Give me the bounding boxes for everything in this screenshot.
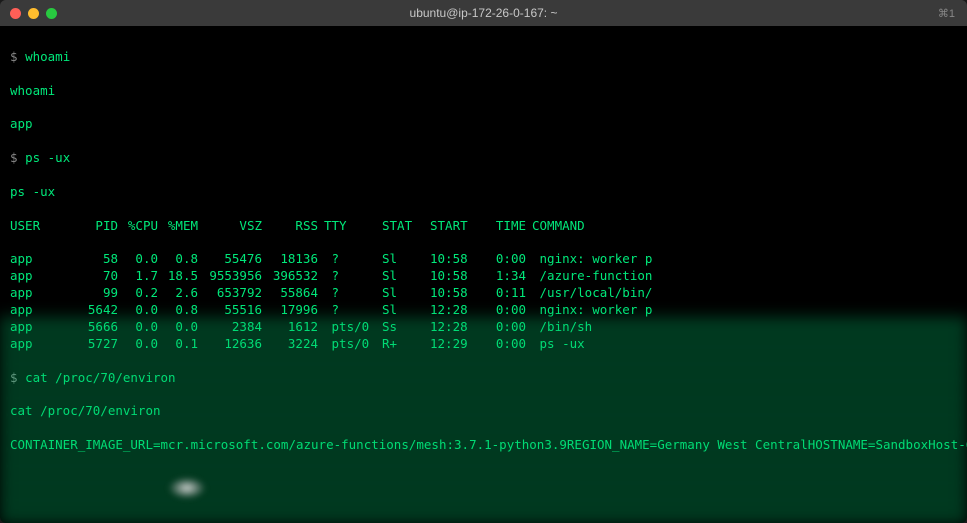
- col-pid: PID: [74, 218, 124, 235]
- terminal-viewport[interactable]: $ whoami whoami app $ ps -ux ps -ux USER…: [0, 26, 967, 523]
- col-tty: TTY: [324, 218, 382, 235]
- cell-vsz: 55476: [204, 251, 268, 268]
- col-cpu: %CPU: [124, 218, 164, 235]
- redacted-region: [0, 316, 967, 523]
- col-start: START: [430, 218, 484, 235]
- ps-row: app580.00.85547618136 ?Sl10:580:00 nginx…: [10, 251, 957, 268]
- cell-user: app: [10, 285, 74, 302]
- cell-rss: 55864: [268, 285, 324, 302]
- output-line: whoami: [10, 83, 957, 100]
- command-input: ps -ux: [25, 150, 70, 165]
- cell-rss: 18136: [268, 251, 324, 268]
- cell-user: app: [10, 251, 74, 268]
- cell-stat: Sl: [382, 268, 430, 285]
- output-line: app: [10, 116, 957, 133]
- col-rss: RSS: [268, 218, 324, 235]
- cell-mem: 0.8: [164, 251, 204, 268]
- cell-pid: 99: [74, 285, 124, 302]
- cell-command: /usr/local/bin/: [532, 285, 957, 302]
- cell-stat: Sl: [382, 251, 430, 268]
- col-stat: STAT: [382, 218, 430, 235]
- maximize-icon[interactable]: [46, 8, 57, 19]
- prompt-line: $ ps -ux: [10, 150, 957, 167]
- cell-mem: 2.6: [164, 285, 204, 302]
- cell-start: 10:58: [430, 285, 484, 302]
- cell-pid: 70: [74, 268, 124, 285]
- ps-row: app990.22.665379255864 ?Sl10:580:11 /usr…: [10, 285, 957, 302]
- cell-cpu: 1.7: [124, 268, 164, 285]
- prompt-symbol: $: [10, 150, 18, 165]
- col-mem: %MEM: [164, 218, 204, 235]
- cell-time: 0:11: [484, 285, 532, 302]
- shortcut-hint: ⌘1: [938, 7, 955, 20]
- ps-header-row: USERPID%CPU%MEMVSZRSSTTYSTATSTARTTIMECOM…: [10, 218, 957, 235]
- cell-tty: ?: [324, 251, 382, 268]
- cell-time: 0:00: [484, 251, 532, 268]
- output-line: ps -ux: [10, 184, 957, 201]
- cell-time: 1:34: [484, 268, 532, 285]
- cursor-icon: [168, 477, 206, 499]
- traffic-lights: [10, 8, 57, 19]
- window-title: ubuntu@ip-172-26-0-167: ~: [410, 6, 558, 20]
- cell-cpu: 0.2: [124, 285, 164, 302]
- cell-start: 10:58: [430, 268, 484, 285]
- command-input: whoami: [25, 49, 70, 64]
- minimize-icon[interactable]: [28, 8, 39, 19]
- cell-cpu: 0.0: [124, 251, 164, 268]
- cell-user: app: [10, 268, 74, 285]
- cell-command: /azure-function: [532, 268, 957, 285]
- col-user: USER: [10, 218, 74, 235]
- col-command: COMMAND: [532, 218, 957, 235]
- cell-tty: ?: [324, 285, 382, 302]
- cell-tty: ?: [324, 268, 382, 285]
- prompt-symbol: $: [10, 49, 18, 64]
- terminal-window: ubuntu@ip-172-26-0-167: ~ ⌘1 $ whoami wh…: [0, 0, 967, 523]
- cell-command: nginx: worker p: [532, 251, 957, 268]
- cell-vsz: 653792: [204, 285, 268, 302]
- col-vsz: VSZ: [204, 218, 268, 235]
- close-icon[interactable]: [10, 8, 21, 19]
- cell-stat: Sl: [382, 285, 430, 302]
- cell-vsz: 9553956: [204, 268, 268, 285]
- cell-pid: 58: [74, 251, 124, 268]
- ps-row: app701.718.59553956396532 ?Sl10:581:34 /…: [10, 268, 957, 285]
- titlebar[interactable]: ubuntu@ip-172-26-0-167: ~ ⌘1: [0, 0, 967, 26]
- cell-start: 10:58: [430, 251, 484, 268]
- prompt-line: $ whoami: [10, 49, 957, 66]
- cell-rss: 396532: [268, 268, 324, 285]
- cell-mem: 18.5: [164, 268, 204, 285]
- col-time: TIME: [484, 218, 532, 235]
